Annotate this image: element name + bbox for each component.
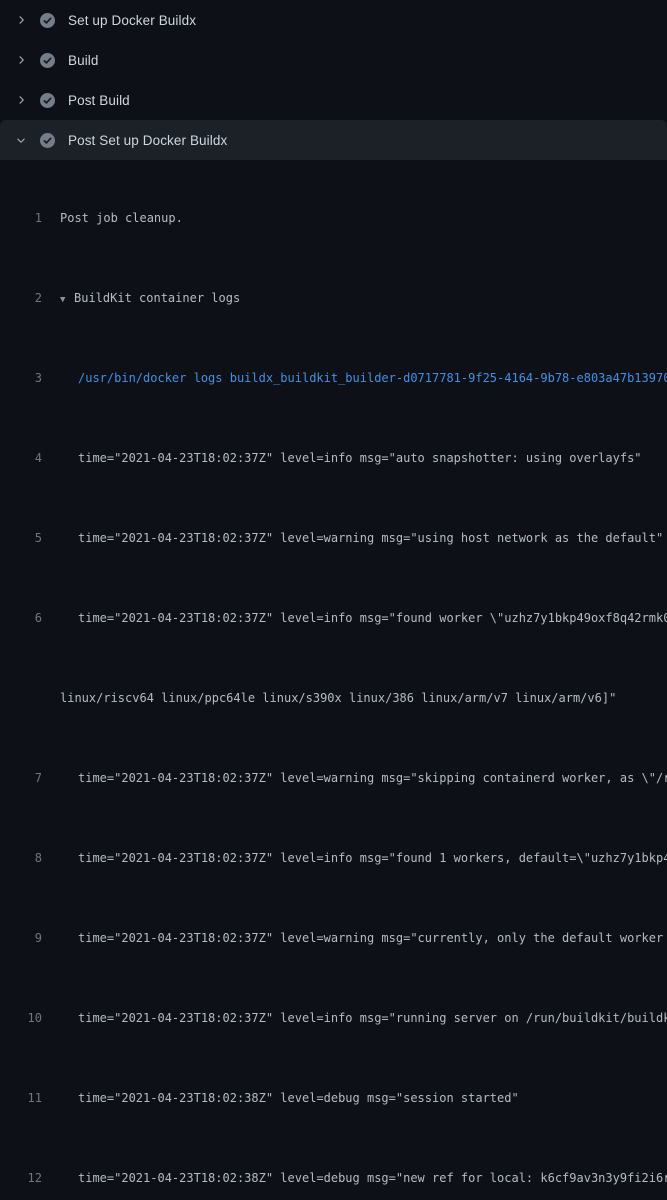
log-text: time="2021-04-23T18:02:37Z" level=info m…	[78, 848, 667, 868]
chevron-right-icon	[15, 94, 27, 106]
log-group-title: ▼BuildKit container logs	[60, 288, 240, 308]
line-number[interactable]: 12	[0, 1168, 42, 1188]
check-circle-icon	[40, 93, 55, 108]
line-number[interactable]: 11	[0, 1088, 42, 1108]
log-text: time="2021-04-23T18:02:37Z" level=info m…	[78, 1008, 667, 1028]
log-command-text: /usr/bin/docker logs buildx_buildkit_bui…	[78, 368, 667, 388]
line-number[interactable]: 3	[0, 368, 42, 388]
check-circle-icon	[40, 133, 55, 148]
check-circle-icon	[40, 13, 55, 28]
log-viewer: 1 Post job cleanup. 2 ▼BuildKit containe…	[0, 160, 667, 1200]
step-label: Build	[68, 53, 99, 68]
step-list: Set up Docker Buildx Build Post Build Po…	[0, 0, 667, 160]
log-text: time="2021-04-23T18:02:38Z" level=debug …	[78, 1168, 667, 1188]
line-number[interactable]: 7	[0, 768, 42, 788]
log-text: linux/riscv64 linux/ppc64le linux/s390x …	[60, 688, 616, 708]
line-number[interactable]: 9	[0, 928, 42, 948]
line-number[interactable]	[0, 688, 42, 708]
line-number[interactable]: 1	[0, 208, 42, 228]
step-label: Post Set up Docker Buildx	[68, 133, 227, 148]
log-text: time="2021-04-23T18:02:37Z" level=warnin…	[78, 928, 667, 948]
line-number[interactable]: 2	[0, 288, 42, 308]
line-number[interactable]: 8	[0, 848, 42, 868]
step-label: Post Build	[68, 93, 130, 108]
log-text: time="2021-04-23T18:02:37Z" level=warnin…	[78, 768, 667, 788]
log-text: time="2021-04-23T18:02:38Z" level=debug …	[78, 1088, 519, 1108]
line-number[interactable]: 5	[0, 528, 42, 548]
step-label: Set up Docker Buildx	[68, 13, 196, 28]
log-text: Post job cleanup.	[60, 208, 183, 228]
step-header-post-set-up-docker-buildx[interactable]: Post Set up Docker Buildx	[0, 120, 667, 160]
chevron-down-icon	[15, 134, 27, 146]
chevron-right-icon	[15, 54, 27, 66]
step-header-set-up-docker-buildx[interactable]: Set up Docker Buildx	[0, 0, 667, 40]
check-circle-icon	[40, 53, 55, 68]
chevron-right-icon	[15, 14, 27, 26]
line-number[interactable]: 6	[0, 608, 42, 628]
group-toggle-caret[interactable]: ▼	[60, 290, 74, 310]
log-text: time="2021-04-23T18:02:37Z" level=info m…	[78, 448, 642, 468]
step-header-build[interactable]: Build	[0, 40, 667, 80]
step-header-post-build[interactable]: Post Build	[0, 80, 667, 120]
log-text: time="2021-04-23T18:02:37Z" level=warnin…	[78, 528, 663, 548]
line-number[interactable]: 10	[0, 1008, 42, 1028]
line-number[interactable]: 4	[0, 448, 42, 468]
log-text: time="2021-04-23T18:02:37Z" level=info m…	[78, 608, 667, 628]
